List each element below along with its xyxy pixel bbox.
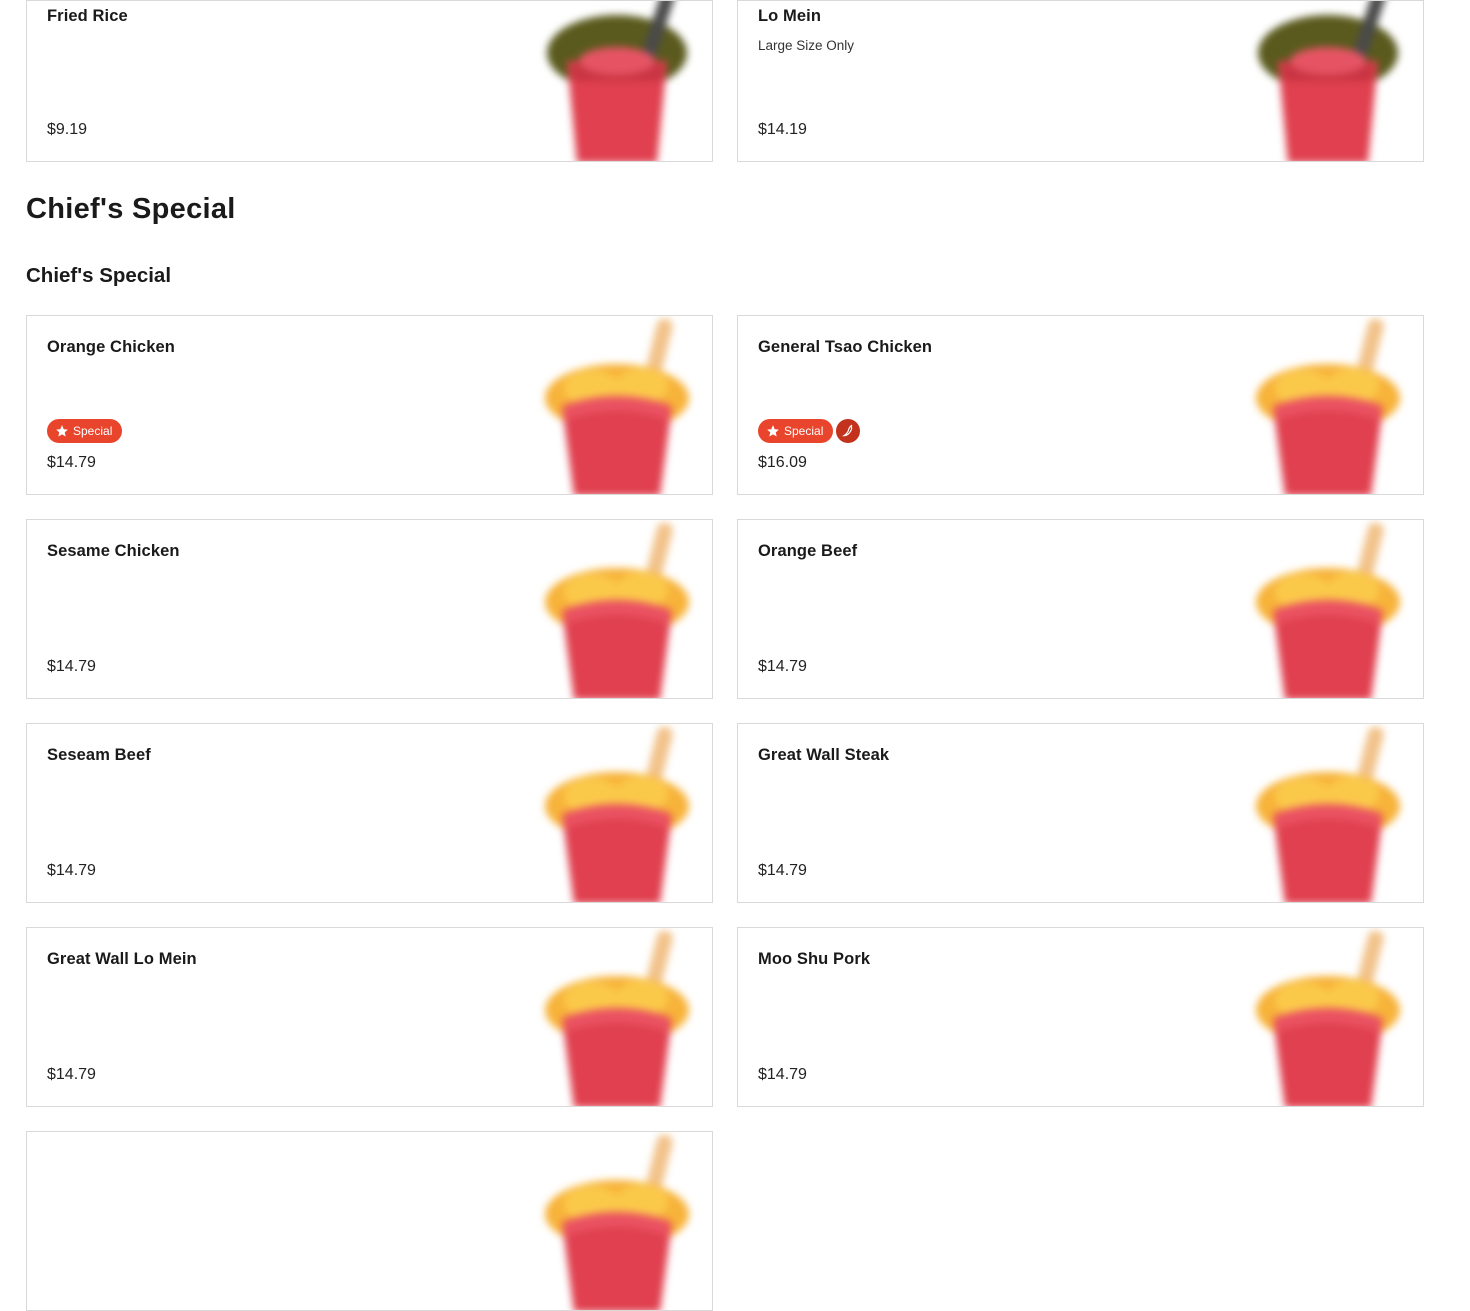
menu-item-name: Great Wall Steak bbox=[758, 746, 890, 764]
menu-item-price: $14.79 bbox=[758, 1066, 807, 1083]
menu-item-name: Fried Rice bbox=[47, 7, 128, 25]
menu-item-card[interactable]: Fried Rice $9.19 bbox=[26, 0, 713, 162]
special-badge-label: Special bbox=[73, 424, 113, 438]
menu-item-price: $14.79 bbox=[758, 862, 807, 879]
noodle-box-icon bbox=[547, 1, 687, 161]
category-title: Chief's Special bbox=[26, 264, 172, 287]
food-box-icon bbox=[1256, 726, 1400, 902]
menu-item-card-partial[interactable] bbox=[26, 1131, 713, 1311]
food-box-icon bbox=[545, 930, 689, 1106]
menu-item-name: General Tsao Chicken bbox=[758, 338, 933, 356]
menu-item-name: Sesame Chicken bbox=[47, 542, 180, 560]
menu-item-price: $14.79 bbox=[47, 862, 96, 879]
menu-item-price: $14.79 bbox=[758, 658, 807, 675]
menu-item-name: Orange Beef bbox=[758, 542, 858, 560]
food-box-icon bbox=[545, 1134, 689, 1310]
special-badge: Special bbox=[47, 419, 123, 443]
star-icon bbox=[767, 425, 779, 437]
menu-item-price: $14.79 bbox=[47, 454, 96, 471]
food-box-icon bbox=[545, 318, 689, 494]
food-box-icon bbox=[545, 726, 689, 902]
food-box-icon bbox=[1256, 318, 1400, 494]
food-box-icon bbox=[1256, 522, 1400, 698]
menu-item-card[interactable]: Lo Mein Large Size Only $14.19 bbox=[737, 0, 1424, 162]
special-badge: Special bbox=[758, 419, 834, 443]
noodle-box-icon bbox=[1258, 1, 1398, 161]
menu-item-price: $16.09 bbox=[758, 454, 807, 471]
food-box-icon bbox=[1256, 930, 1400, 1106]
menu-item-name: Moo Shu Pork bbox=[758, 950, 871, 968]
menu-item-name: Seseam Beef bbox=[47, 746, 151, 764]
menu-item-badges: Special bbox=[47, 419, 123, 443]
menu-item-card[interactable]: Great Wall Steak $14.79 bbox=[737, 723, 1424, 903]
menu-item-name: Orange Chicken bbox=[47, 338, 175, 356]
menu-item-name: Great Wall Lo Mein bbox=[47, 950, 197, 968]
menu-item-price: $14.19 bbox=[758, 121, 807, 138]
menu-item-card[interactable]: Sesame Chicken $14.79 bbox=[26, 519, 713, 699]
menu-item-card[interactable]: Moo Shu Pork $14.79 bbox=[737, 927, 1424, 1107]
special-badge-label: Special bbox=[784, 424, 824, 438]
section-title: Chief's Special bbox=[26, 193, 236, 225]
menu-item-badges: Special bbox=[758, 419, 861, 443]
menu-item-name: Lo Mein bbox=[758, 7, 822, 25]
menu-item-price: $9.19 bbox=[47, 121, 88, 138]
menu-item-card[interactable]: Orange Chicken Special $14.79 bbox=[26, 315, 713, 495]
star-icon bbox=[56, 425, 68, 437]
menu-item-price: $14.79 bbox=[47, 1066, 96, 1083]
menu-item-card[interactable]: Seseam Beef $14.79 bbox=[26, 723, 713, 903]
menu-item-card[interactable]: General Tsao Chicken Special $16.09 bbox=[737, 315, 1424, 495]
food-box-icon bbox=[545, 522, 689, 698]
menu-item-price: $14.79 bbox=[47, 658, 96, 675]
menu-item-card[interactable]: Great Wall Lo Mein $14.79 bbox=[26, 927, 713, 1107]
menu-item-description: Large Size Only bbox=[758, 38, 855, 53]
menu-item-card[interactable]: Orange Beef $14.79 bbox=[737, 519, 1424, 699]
chili-pepper-icon bbox=[842, 424, 853, 437]
spicy-badge bbox=[836, 419, 861, 443]
